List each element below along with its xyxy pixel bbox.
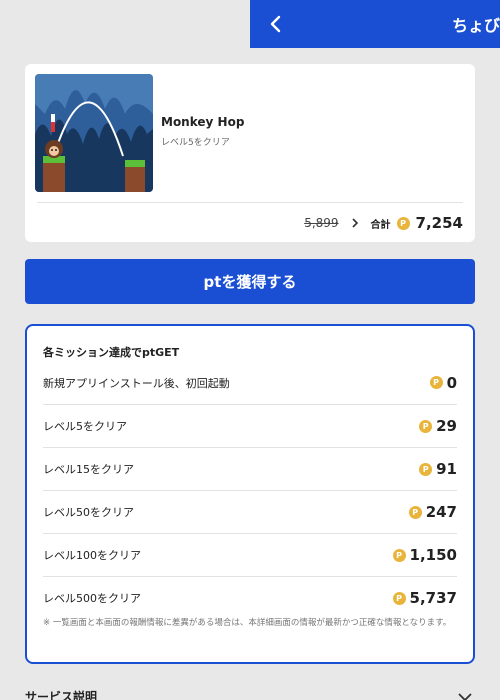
game-thumbnail[interactable] bbox=[35, 74, 153, 192]
game-subtitle: レベル5をクリア bbox=[161, 138, 230, 148]
point-coin-icon: P bbox=[419, 419, 433, 433]
service-description-label: サービス説明 bbox=[25, 690, 98, 700]
old-points: 5,899 bbox=[304, 216, 339, 230]
mission-label: レベル5をクリア bbox=[43, 420, 127, 433]
mission-row: レベル5をクリア P 29 bbox=[43, 404, 457, 447]
mission-label: レベル500をクリア bbox=[43, 592, 141, 605]
mission-points: 0 bbox=[446, 373, 457, 392]
missions-panel: 各ミッション達成でptGET 新規アプリインストール後、初回起動 P0 レベル5… bbox=[25, 324, 475, 664]
mission-row: レベル50をクリア P 247 bbox=[43, 490, 457, 533]
point-coin-icon: P bbox=[408, 505, 422, 519]
mission-label: 新規アプリインストール後、初回起動 bbox=[43, 376, 230, 390]
point-coin-icon: P bbox=[429, 376, 443, 389]
divider bbox=[37, 202, 463, 203]
total-label: 合計 bbox=[370, 219, 391, 231]
disclaimer-note: ※ 一覧画面と本画面の報酬情報に差異がある場合は、本詳細画面の情報が最新かつ正確… bbox=[43, 618, 452, 628]
back-icon[interactable] bbox=[264, 12, 288, 36]
get-points-button[interactable]: ptを獲得する bbox=[25, 259, 475, 304]
chevron-right-icon bbox=[349, 217, 361, 229]
chevron-down-icon bbox=[457, 691, 473, 700]
point-coin-icon: P bbox=[419, 462, 433, 476]
mission-row: レベル500をクリア P 5,737 bbox=[43, 576, 457, 619]
top-header: ちょび bbox=[250, 0, 500, 48]
point-coin-icon: P bbox=[392, 591, 406, 605]
service-description-toggle[interactable]: サービス説明 bbox=[25, 686, 475, 700]
game-title: Monkey Hop bbox=[161, 115, 245, 129]
point-coin-icon: P bbox=[396, 216, 410, 230]
mission-points: 5,737 bbox=[409, 589, 457, 607]
mission-points: 29 bbox=[436, 417, 457, 435]
mission-row: 新規アプリインストール後、初回起動 P0 bbox=[43, 361, 457, 404]
missions-title: 各ミッション達成でptGET bbox=[43, 346, 180, 359]
mission-points: 247 bbox=[425, 503, 457, 521]
mission-row: レベル15をクリア P 91 bbox=[43, 447, 457, 490]
point-coin-icon: P bbox=[392, 548, 406, 562]
mission-points: 1,150 bbox=[409, 546, 457, 564]
mission-row: レベル100をクリア P 1,150 bbox=[43, 533, 457, 576]
header-title: ちょび bbox=[452, 16, 500, 35]
mission-points: 91 bbox=[436, 460, 457, 478]
points-summary: 5,899 合計 P 7,254 bbox=[304, 212, 463, 234]
mission-label: レベル100をクリア bbox=[43, 549, 141, 562]
mission-label: レベル15をクリア bbox=[43, 463, 134, 476]
mission-label: レベル50をクリア bbox=[43, 506, 134, 519]
game-card: Monkey Hop レベル5をクリア 5,899 合計 P 7,254 bbox=[25, 64, 475, 242]
total-points: 7,254 bbox=[415, 214, 463, 232]
